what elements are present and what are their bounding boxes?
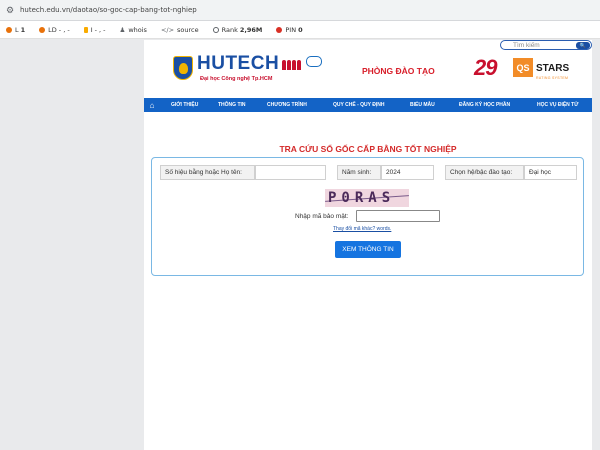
- brand-subtitle: Đại học Công nghệ Tp.HCM: [200, 76, 273, 82]
- department-title: PHÒNG ĐÀO TẠO: [362, 66, 435, 76]
- main-nav: ⌂ GIỚI THIỆU THÔNG TIN CHƯƠNG TRÌNH QUY …: [144, 98, 592, 112]
- ext-i[interactable]: I - , -: [83, 25, 106, 34]
- ext-source[interactable]: </> source: [161, 26, 199, 34]
- year-input[interactable]: 2024: [381, 165, 434, 180]
- iso-badge-icon: [306, 56, 322, 67]
- anniversary-logo: 29: [474, 55, 498, 80]
- search-input[interactable]: Tìm kiếm: [513, 41, 540, 50]
- captcha-text: P0RAS: [328, 190, 396, 206]
- rank-icon: [212, 26, 219, 33]
- ext-whois[interactable]: ♟ whois: [120, 26, 147, 34]
- address-bar[interactable]: ⚙ hutech.edu.vn/daotao/so-goc-cap-bang-t…: [0, 0, 600, 21]
- ext-ld[interactable]: LD - , -: [39, 26, 70, 34]
- ext-pin-label: PIN: [285, 25, 297, 34]
- captcha-change-link[interactable]: Thay đổi mã khác? words.: [333, 226, 391, 232]
- year-label: Năm sinh:: [337, 165, 381, 180]
- site-header: HUTECH Đại học Công nghệ Tp.HCM PHÒNG ĐÀ…: [144, 52, 592, 98]
- brand-name[interactable]: HUTECH: [197, 53, 279, 75]
- extensions-bar: L 1 LD - , - I - , - ♟ whois </> source …: [0, 21, 600, 39]
- ext-source-label: source: [177, 25, 199, 34]
- search-box[interactable]: Tìm kiếm 🔍: [500, 40, 592, 50]
- ext-i-value: - , -: [94, 25, 106, 34]
- qs-stars-text: STARS: [536, 63, 570, 74]
- lookup-form: Số hiệu bằng hoặc Họ tên: Năm sinh: 2024…: [151, 157, 584, 276]
- page-title: TRA CỨU SỔ GỐC CẤP BẰNG TỐT NGHIỆP: [279, 144, 457, 154]
- code-icon: </>: [160, 25, 175, 34]
- home-icon[interactable]: ⌂: [144, 101, 160, 110]
- nav-bieu-mau[interactable]: BIỂU MẪU: [410, 102, 435, 108]
- hutech-shield-logo[interactable]: [173, 56, 193, 80]
- ext-ld-value: - , -: [58, 25, 70, 34]
- captcha-label: Nhập mã bảo mật:: [295, 213, 349, 220]
- web-page: Tìm kiếm 🔍 HUTECH Đại học Công nghệ Tp.H…: [144, 40, 592, 450]
- qs-stars-subtitle: RATING SYSTEM: [536, 76, 569, 80]
- award-medals-icon: [282, 57, 302, 75]
- ext-l[interactable]: L 1: [6, 26, 25, 34]
- person-icon: ♟: [119, 25, 126, 34]
- id-label: Số hiệu bằng hoặc Họ tên:: [160, 165, 255, 180]
- ext-pin[interactable]: PIN 0: [276, 25, 303, 34]
- flag-icon: [83, 26, 88, 33]
- qs-logo: QS: [513, 58, 533, 77]
- id-input[interactable]: [255, 165, 326, 180]
- ext-i-label: I: [90, 25, 93, 34]
- circle-icon: [6, 26, 12, 33]
- captcha-image: P0RAS: [325, 189, 409, 207]
- url-text[interactable]: hutech.edu.vn/daotao/so-goc-cap-bang-tot…: [20, 6, 197, 14]
- nav-chuong-trinh[interactable]: CHƯƠNG TRÌNH: [267, 102, 307, 108]
- level-label: Chọn hệ/bậc đào tạo:: [445, 165, 524, 180]
- ext-pin-value: 0: [298, 25, 303, 34]
- ext-l-value: 1: [20, 25, 26, 34]
- nav-dang-ky-hoc-phan[interactable]: ĐĂNG KÝ HỌC PHẦN: [459, 102, 510, 108]
- ext-whois-label: whois: [128, 25, 147, 34]
- ext-rank-value: 2,96M: [239, 25, 263, 34]
- view-info-button[interactable]: XEM THÔNG TIN: [335, 241, 401, 258]
- ext-l-label: L: [15, 25, 19, 34]
- circle-icon: [39, 26, 46, 33]
- level-select[interactable]: Đại học: [524, 165, 577, 180]
- captcha-input[interactable]: [356, 210, 440, 222]
- pinterest-icon: [276, 26, 283, 33]
- ext-ld-label: LD: [48, 25, 57, 34]
- site-info-icon[interactable]: ⚙: [4, 4, 16, 16]
- ext-rank-label: Rank: [221, 25, 238, 34]
- ext-rank[interactable]: Rank 2,96M: [212, 25, 263, 34]
- nav-gioi-thieu[interactable]: GIỚI THIỆU: [171, 102, 198, 108]
- search-icon[interactable]: 🔍: [576, 42, 590, 49]
- nav-thong-tin[interactable]: THÔNG TIN: [218, 102, 246, 108]
- nav-hoc-vu-dien-tu[interactable]: HỌC VỤ ĐIỆN TỬ: [537, 102, 578, 108]
- nav-quy-che[interactable]: QUY CHẾ - QUY ĐỊNH: [333, 102, 385, 108]
